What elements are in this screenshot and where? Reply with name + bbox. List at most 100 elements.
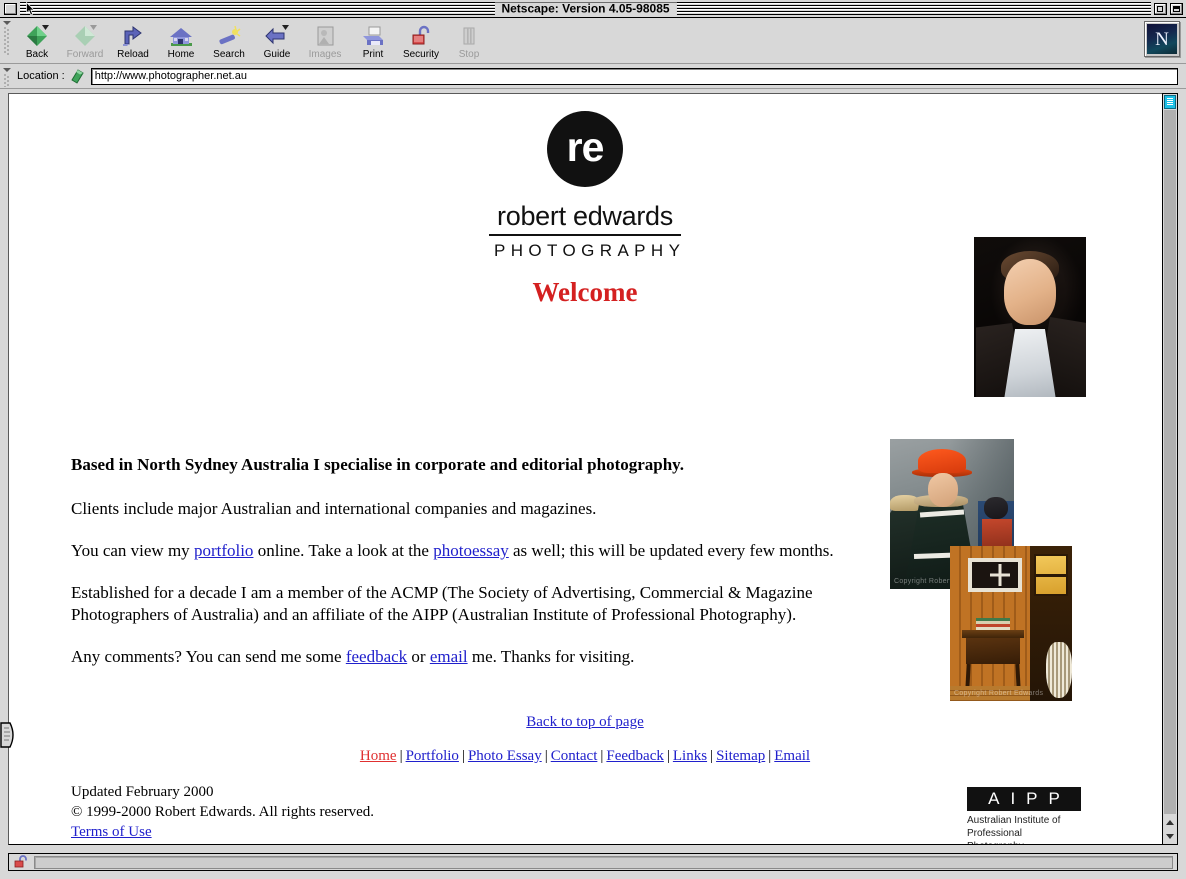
window-zoom-button[interactable] bbox=[1154, 2, 1167, 15]
netscape-logo-letter: N bbox=[1147, 24, 1177, 54]
nav-link-links[interactable]: Links bbox=[673, 748, 707, 764]
comments-text-pre: Any comments? You can send me some bbox=[71, 647, 346, 666]
home-icon bbox=[157, 22, 205, 48]
nav-link-email[interactable]: Email bbox=[774, 748, 810, 764]
photo-watermark: Copyright Robert Edwards bbox=[954, 690, 1044, 697]
lead-paragraph: Based in North Sydney Australia I specia… bbox=[71, 455, 684, 474]
comments-text-mid: or bbox=[407, 647, 430, 666]
window-collapse-button[interactable] bbox=[1170, 2, 1183, 15]
security-button-label: Security bbox=[402, 49, 440, 60]
reload-button-label: Reload bbox=[117, 49, 149, 60]
netscape-logo-button[interactable]: N bbox=[1144, 21, 1180, 57]
scrollbar-thumb[interactable] bbox=[1164, 95, 1176, 109]
guide-button-label: Guide bbox=[263, 49, 291, 60]
comments-text-post: me. Thanks for visiting. bbox=[467, 647, 635, 666]
location-bar: Location : http://www.photographer.net.a… bbox=[0, 64, 1186, 89]
images-button-label: Images bbox=[308, 49, 342, 60]
feedback-link[interactable]: feedback bbox=[346, 647, 407, 666]
nav-link-feedback[interactable]: Feedback bbox=[606, 748, 663, 764]
location-label: Location : bbox=[17, 70, 65, 82]
status-message-area bbox=[34, 855, 1173, 869]
toolbar-button-group: Back Forward Reload Home Search Guide Im… bbox=[13, 18, 1144, 60]
established-paragraph: Established for a decade I am a member o… bbox=[71, 583, 813, 624]
aipp-tagline-line1: Australian Institute of bbox=[967, 815, 1061, 826]
scroll-down-button[interactable] bbox=[1164, 829, 1176, 843]
nav-link-contact[interactable]: Contact bbox=[551, 748, 598, 764]
nav-separator: | bbox=[461, 748, 465, 764]
portfolio-paragraph: You can view my portfolio online. Take a… bbox=[71, 540, 866, 562]
legal-block: Updated February 2000 © 1999-2000 Robert… bbox=[71, 782, 374, 844]
back-to-top: Back to top of page bbox=[9, 712, 1161, 732]
reload-icon bbox=[109, 22, 157, 48]
portfolio-text-mid: online. Take a look at the bbox=[253, 541, 434, 560]
arrow-up-icon bbox=[1166, 819, 1174, 825]
titlebar-drag-region[interactable]: Netscape: Version 4.05-98085 bbox=[20, 2, 1151, 15]
scrollbar-track[interactable] bbox=[1164, 110, 1176, 814]
nav-separator: | bbox=[600, 748, 604, 764]
back-to-top-link[interactable]: Back to top of page bbox=[526, 714, 643, 730]
aipp-acronym: AIPP bbox=[967, 787, 1081, 811]
status-bar bbox=[8, 853, 1178, 871]
guide-button[interactable]: Guide bbox=[253, 20, 301, 60]
print-button-label: Print bbox=[362, 49, 384, 60]
search-button-label: Search bbox=[213, 49, 245, 60]
email-link[interactable]: email bbox=[430, 647, 468, 666]
search-button[interactable]: Search bbox=[205, 20, 253, 60]
toolbar-collapse-grip[interactable] bbox=[2, 18, 13, 62]
aipp-logo: AIPP Australian Institute of Professiona… bbox=[967, 787, 1081, 844]
interior-desk-photo: Copyright Robert Edwards bbox=[950, 546, 1072, 701]
forward-arrow-icon bbox=[61, 22, 109, 48]
nav-separator: | bbox=[666, 748, 670, 764]
forward-button-label: Forward bbox=[66, 49, 104, 60]
web-page: re robert edwards PHOTOGRAPHY Welcome Ba… bbox=[9, 94, 1161, 844]
window-titlebar: Netscape: Version 4.05-98085 bbox=[0, 0, 1186, 18]
print-button[interactable]: Print bbox=[349, 20, 397, 60]
browser-toolbar: Back Forward Reload Home Search Guide Im… bbox=[0, 18, 1186, 64]
back-arrow-icon bbox=[13, 22, 61, 48]
vertical-scrollbar[interactable] bbox=[1162, 93, 1178, 845]
nav-link-portfolio[interactable]: Portfolio bbox=[406, 748, 459, 764]
comments-paragraph: Any comments? You can send me some feedb… bbox=[71, 646, 866, 668]
scroll-up-button[interactable] bbox=[1164, 815, 1176, 829]
url-input[interactable]: http://www.photographer.net.au bbox=[90, 67, 1178, 85]
copyright-notice: © 1999-2000 Robert Edwards. All rights r… bbox=[71, 804, 375, 820]
arrow-down-icon bbox=[1166, 833, 1174, 839]
back-button-label: Back bbox=[25, 49, 49, 60]
portrait-photo bbox=[974, 237, 1086, 397]
images-icon bbox=[301, 22, 349, 48]
aipp-tagline: Australian Institute of Professional Pho… bbox=[967, 814, 1081, 844]
home-button[interactable]: Home bbox=[157, 20, 205, 60]
re-monogram-icon: re bbox=[547, 111, 623, 187]
clients-paragraph: Clients include major Australian and int… bbox=[71, 499, 597, 518]
privacy-statement-link[interactable]: Privacy Statement bbox=[71, 842, 374, 844]
nav-separator: | bbox=[710, 748, 714, 764]
stop-button-label: Stop bbox=[458, 49, 480, 60]
updated-date: Updated February 2000 bbox=[71, 784, 214, 800]
nav-link-sitemap[interactable]: Sitemap bbox=[716, 748, 765, 764]
reload-button[interactable]: Reload bbox=[109, 20, 157, 60]
bookmark-quickfile-icon[interactable] bbox=[69, 68, 86, 85]
nav-link-home[interactable]: Home bbox=[360, 748, 397, 764]
terms-of-use-link[interactable]: Terms of Use bbox=[71, 822, 374, 842]
nav-separator: | bbox=[544, 748, 548, 764]
site-name: robert edwards bbox=[489, 201, 681, 236]
security-button[interactable]: Security bbox=[397, 20, 445, 60]
sidebar-drawer-tab[interactable] bbox=[0, 722, 17, 748]
locationbar-collapse-grip[interactable] bbox=[2, 65, 13, 88]
aipp-tagline-line2: Professional Photography bbox=[967, 828, 1024, 844]
photoessay-link[interactable]: photoessay bbox=[433, 541, 509, 560]
site-wordmark: robert edwards PHOTOGRAPHY bbox=[489, 201, 681, 260]
nav-link-photo-essay[interactable]: Photo Essay bbox=[468, 748, 542, 764]
stop-button[interactable]: Stop bbox=[445, 20, 493, 60]
security-lock-status-icon[interactable] bbox=[13, 855, 28, 869]
back-button[interactable]: Back bbox=[13, 20, 61, 60]
forward-button[interactable]: Forward bbox=[61, 20, 109, 60]
security-padlock-icon bbox=[397, 22, 445, 48]
site-tagline: PHOTOGRAPHY bbox=[494, 241, 686, 260]
nav-separator: | bbox=[399, 748, 403, 764]
window-close-button[interactable] bbox=[4, 2, 17, 15]
images-button[interactable]: Images bbox=[301, 20, 349, 60]
portfolio-link[interactable]: portfolio bbox=[194, 541, 254, 560]
window-title: Netscape: Version 4.05-98085 bbox=[494, 2, 677, 15]
netscape-window: Netscape: Version 4.05-98085 Back Forwar… bbox=[0, 0, 1186, 879]
